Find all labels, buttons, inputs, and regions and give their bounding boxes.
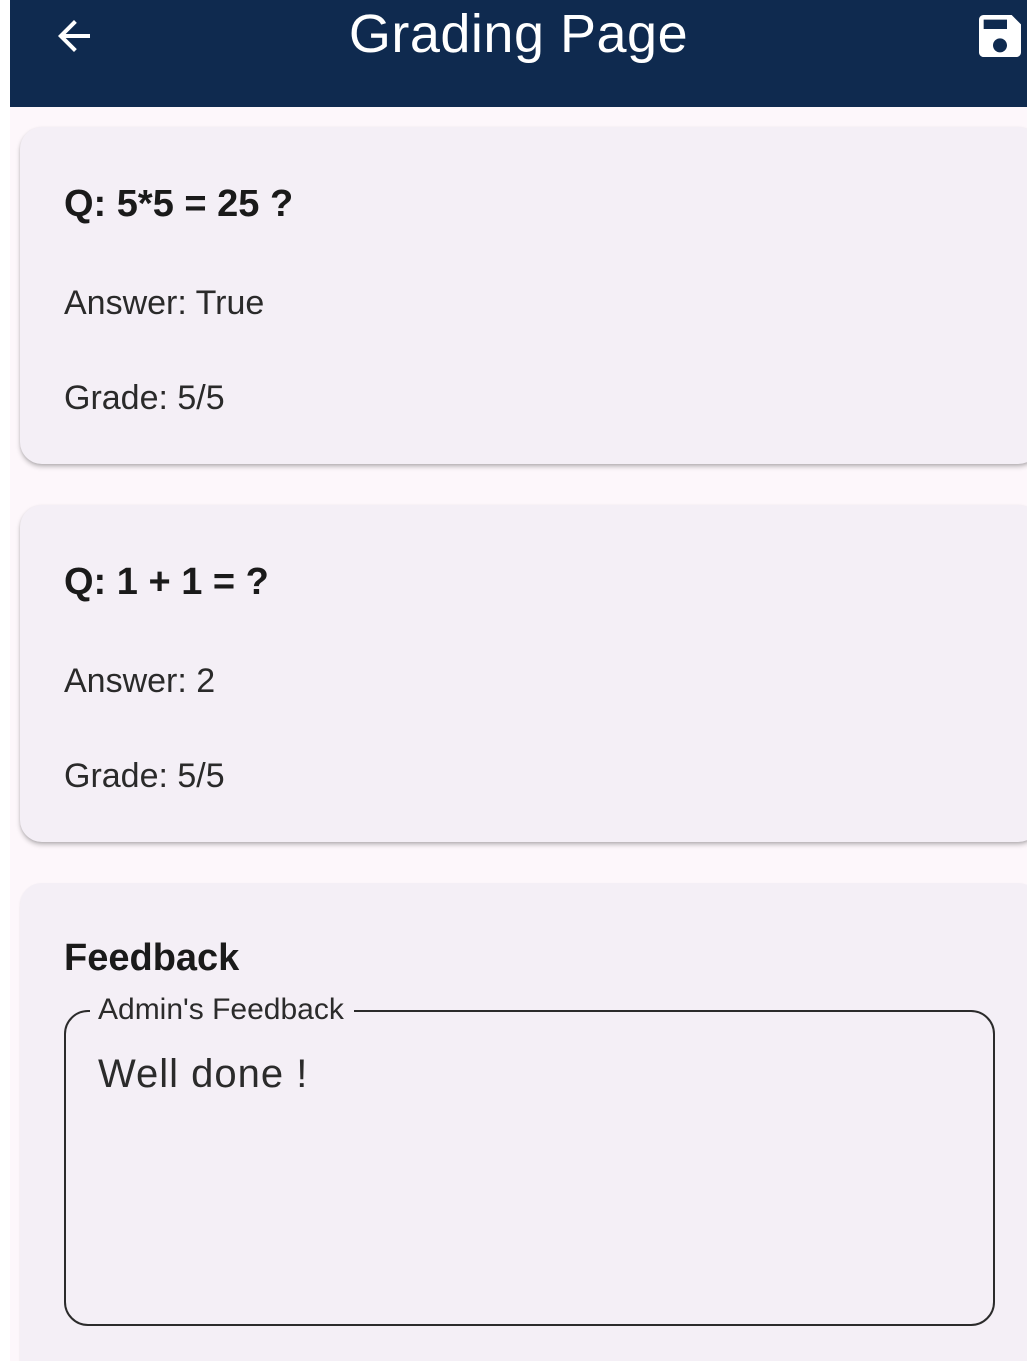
question-text: Q: 5*5 = 25 ? (64, 183, 294, 225)
question-text: Q: 1 + 1 = ? (64, 561, 269, 603)
feedback-card: Feedback Admin's Feedback Well done ! (20, 883, 1027, 1361)
answer-text: Answer: True (64, 284, 265, 322)
page-title: Grading Page (348, 4, 689, 64)
grade-text: Grade: 5/5 (64, 757, 225, 795)
app-bar: Grading Page (10, 0, 1027, 107)
grade-text: Grade: 5/5 (64, 379, 225, 417)
save-icon (979, 15, 1021, 57)
question-card: Q: 1 + 1 = ? Answer: 2 Grade: 5/5 (20, 505, 1027, 842)
feedback-field-label: Admin's Feedback (90, 993, 354, 1027)
question-card: Q: 5*5 = 25 ? Answer: True Grade: 5/5 (20, 127, 1027, 464)
feedback-textarea[interactable]: Admin's Feedback Well done ! (64, 993, 995, 1326)
feedback-title: Feedback (64, 937, 240, 979)
feedback-value[interactable]: Well done ! (98, 1052, 308, 1097)
answer-text: Answer: 2 (64, 662, 216, 700)
save-button[interactable] (972, 8, 1027, 64)
grading-screen: Grading Page Q: 5*5 = 25 ? Answer: True … (10, 0, 1027, 1361)
